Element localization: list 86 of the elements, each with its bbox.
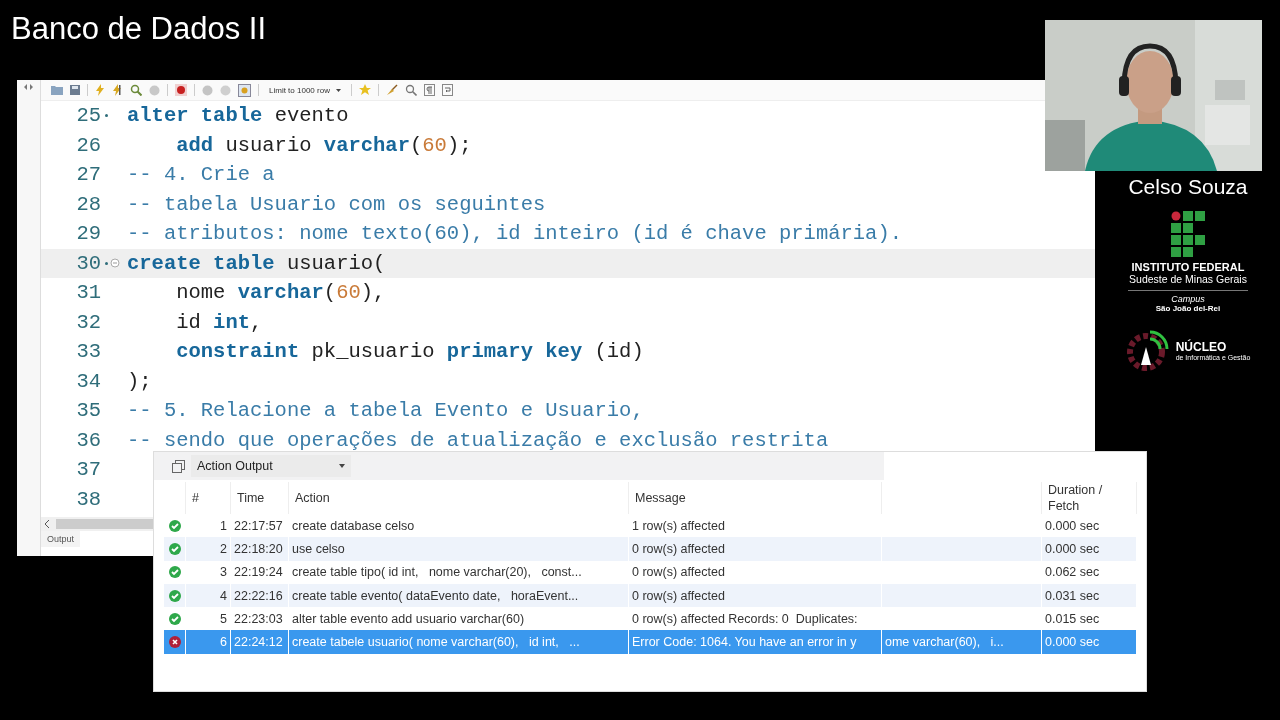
table-cell: 0 row(s) affected — [629, 537, 882, 561]
table-cell: 0.000 sec — [1042, 537, 1137, 561]
line-number: 29 — [75, 222, 101, 246]
table-cell: 22:22:16 — [231, 583, 289, 608]
code-line: -- tabela Usuario com os seguintes — [127, 192, 547, 216]
output-type-dropdown[interactable]: Action Output — [191, 455, 351, 477]
stop-icon[interactable] — [175, 84, 187, 96]
search-icon[interactable] — [404, 84, 417, 96]
institute-name: INSTITUTO FEDERAL — [1131, 261, 1245, 273]
table-cell: 3 — [186, 560, 231, 584]
table-cell: create table evento( dataEvento date, horaEvent... — [289, 583, 629, 608]
line-number: 28 — [75, 192, 101, 216]
line-number: 32 — [75, 310, 101, 334]
table-cell: 0.031 sec — [1042, 583, 1137, 608]
folder-icon[interactable] — [51, 85, 63, 95]
table-cell: 4 — [186, 583, 231, 608]
line-number: 33 — [75, 340, 101, 364]
lightning-cursor-icon[interactable] — [112, 84, 123, 96]
line-number: 26 — [75, 133, 101, 157]
table-cell: create tabele usuario( nome varchar(60), id int, ... — [289, 630, 629, 654]
line-number: 37 — [75, 458, 101, 482]
code-line: id int, — [176, 310, 264, 334]
output-tab[interactable]: Output — [41, 531, 81, 547]
star-icon[interactable] — [358, 84, 371, 96]
table-row[interactable]: 4 22:22:16 create table evento( dataEvento date, horaEvent... 0 row(s) affected 0.031 sec — [164, 583, 1137, 608]
paragraph-icon[interactable] — [423, 84, 435, 96]
column-header[interactable]: # — [186, 482, 231, 514]
campus-label: Campus — [1171, 294, 1205, 304]
video-title: Banco de Dados II — [11, 11, 267, 47]
code-line: -- 5. Relacione a tabela Evento e Usuario, — [127, 399, 645, 423]
limit-dropdown[interactable]: Limit to 1000 row — [266, 84, 344, 96]
code-line: -- sendo que operações de atualização e exclusão restrita — [127, 428, 830, 452]
table-row[interactable]: 3 22:19:24 create table tipo( id int, nome varchar(20), const... 0 row(s) affected 0.062 sec — [164, 560, 1137, 584]
presenter-name: Celso Souza — [1128, 175, 1248, 199]
table-cell: 2 — [186, 537, 231, 561]
scrollbar-thumb[interactable] — [56, 519, 156, 529]
nucleo-name: NÚCLEO — [1175, 339, 1228, 354]
table-cell: use celso — [289, 537, 629, 561]
line-number: 31 — [75, 281, 101, 305]
code-line: nome varchar(60), — [176, 281, 387, 305]
code-line: -- 4. Crie a — [127, 163, 276, 187]
fold-icon[interactable] — [110, 258, 120, 269]
table-cell: 0 row(s) affected — [629, 583, 882, 608]
campus-name: São João del-Rei — [1155, 304, 1221, 313]
line-number: 35 — [75, 399, 101, 423]
table-cell: 0.000 sec — [1042, 630, 1137, 654]
code-line: alter table evento — [127, 104, 350, 128]
arrows-icon — [24, 84, 33, 90]
line-number: 30 — [75, 251, 101, 275]
wrap-icon[interactable] — [441, 84, 453, 96]
table-cell: 22:19:24 — [231, 560, 289, 584]
line-number: 27 — [75, 163, 101, 187]
magnifier-icon[interactable] — [130, 84, 142, 96]
scroll-left-icon[interactable] — [45, 520, 50, 528]
column-header[interactable]: Time — [231, 482, 289, 514]
code-line: ); — [127, 369, 153, 393]
institute-logo — [1171, 211, 1205, 257]
code-line: constraint pk_usuario primary key (id) — [176, 340, 645, 364]
table-row[interactable]: 2 22:18:20 use celso 0 row(s) affected 0.000 sec — [164, 537, 1137, 561]
table-cell: 0.062 sec — [1042, 560, 1137, 584]
line-number: 38 — [75, 487, 101, 511]
institute-region: Sudeste de Minas Gerais — [1129, 273, 1247, 285]
check-circle-icon[interactable] — [202, 84, 213, 96]
table-cell: 6 — [186, 630, 231, 654]
column-header[interactable]: Duration / Fetch — [1042, 482, 1137, 514]
line-number: 25 — [75, 104, 101, 128]
column-header[interactable]: Message — [629, 482, 882, 514]
caret-icon[interactable] — [339, 464, 345, 468]
table-cell: 0 row(s) affected — [629, 560, 882, 584]
table-cell: ome varchar(60), i... — [882, 630, 1042, 654]
code-line: create table usuario( — [127, 251, 387, 275]
save-icon[interactable] — [70, 85, 80, 95]
table-cell: create table tipo( id int, nome varchar(20), const... — [289, 560, 629, 584]
code-line: add usuario varchar(60); — [176, 133, 473, 157]
copy-icon[interactable] — [172, 459, 185, 473]
caret-icon[interactable] — [335, 88, 341, 92]
line-number: 36 — [75, 428, 101, 452]
line-number: 34 — [75, 369, 101, 393]
broom-icon[interactable] — [385, 84, 398, 96]
table-cell: 22:24:12 — [231, 630, 289, 654]
table-cell: Error Code: 1064. You have an error in y — [629, 630, 882, 654]
table-cell: 22:18:20 — [231, 537, 289, 561]
lightning-icon[interactable] — [95, 84, 105, 96]
code-line: -- atributos: nome texto(60), id inteiro (id é chave primária). — [127, 222, 904, 246]
column-header[interactable]: Action — [289, 482, 629, 514]
toggle-icon[interactable] — [238, 83, 251, 97]
